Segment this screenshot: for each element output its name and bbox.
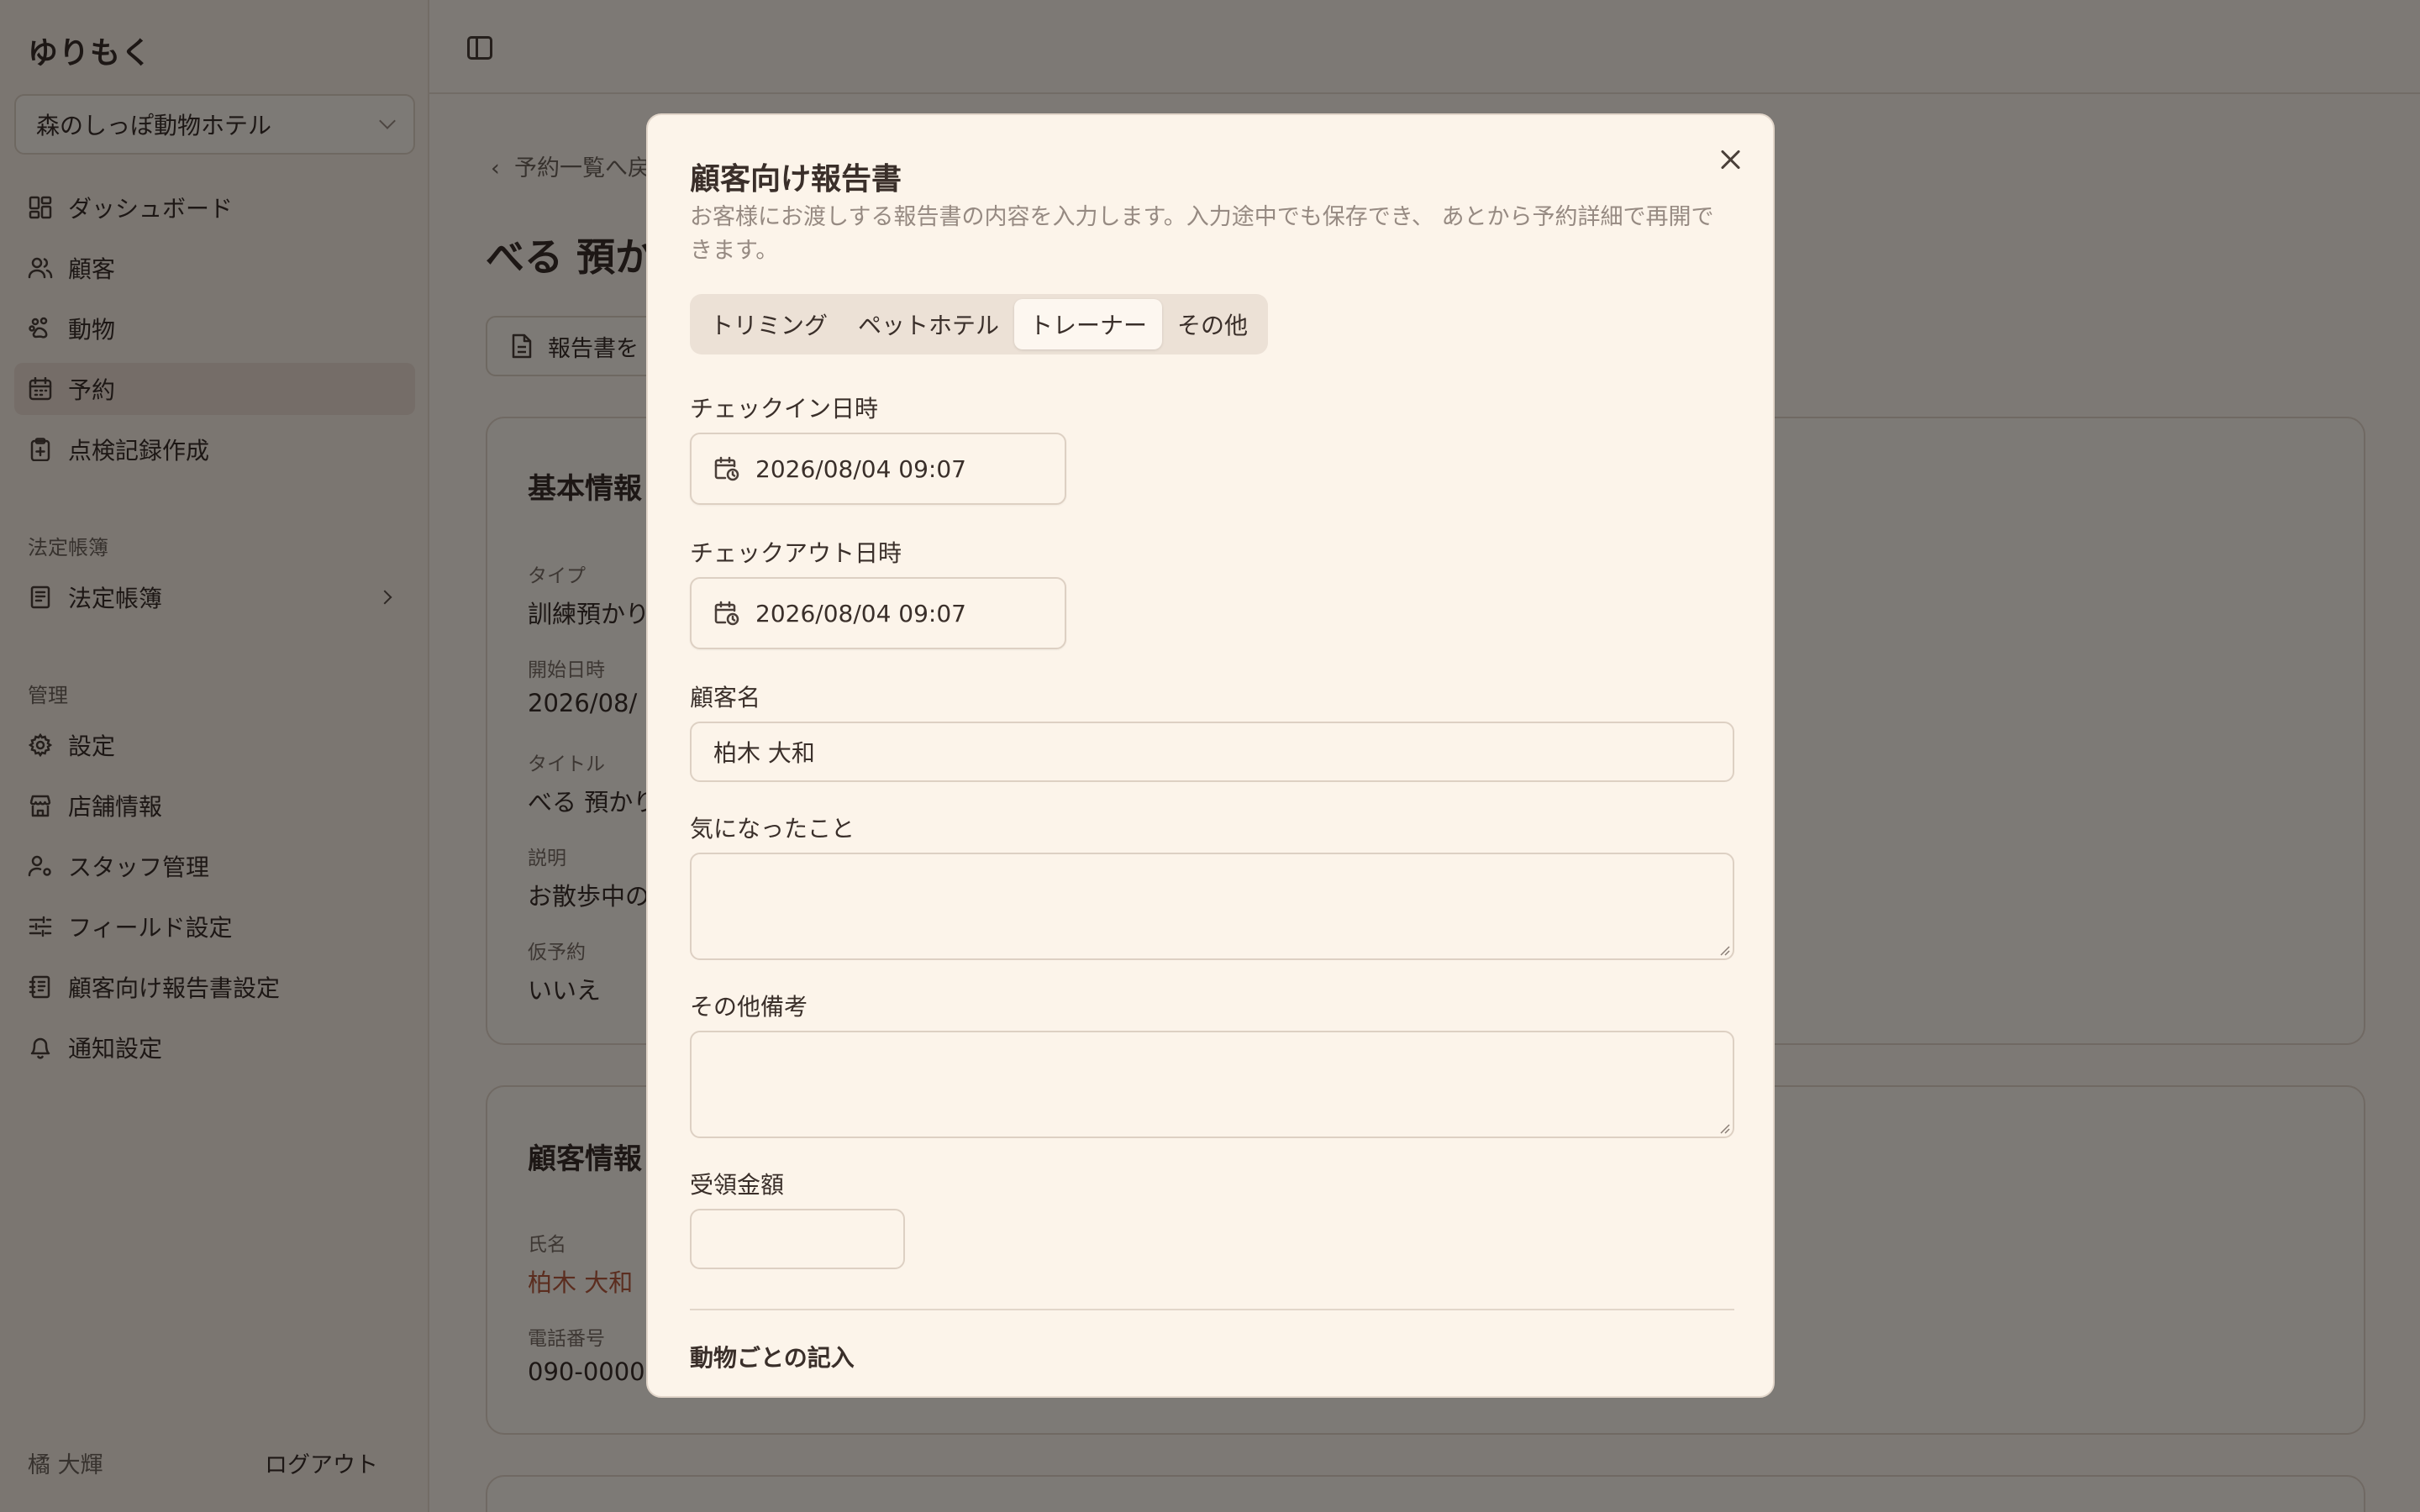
notes-label: その他備考 bbox=[690, 993, 808, 1021]
amount-input[interactable] bbox=[690, 1209, 905, 1269]
calendar-clock-icon bbox=[714, 456, 739, 481]
tab-other[interactable]: その他 bbox=[1162, 299, 1263, 349]
tab-trimming[interactable]: トリミング bbox=[695, 299, 843, 349]
checkin-label: チェックイン日時 bbox=[690, 395, 879, 423]
customer-name-input[interactable]: 柏木 大和 bbox=[690, 722, 1734, 782]
concern-label: 気になったこと bbox=[690, 815, 855, 843]
modal-description: お客様にお渡しする報告書の内容を入力します。入力途中でも保存でき、 あとから予約… bbox=[690, 204, 1714, 264]
tab-pet-hotel[interactable]: ペットホテル bbox=[843, 299, 1014, 349]
tab-trainer[interactable]: トレーナー bbox=[1014, 299, 1163, 349]
close-icon[interactable] bbox=[1716, 145, 1744, 174]
customer-name-value: 柏木 大和 bbox=[713, 739, 815, 767]
checkout-value: 2026/08/04 09:07 bbox=[755, 599, 966, 627]
checkin-value: 2026/08/04 09:07 bbox=[755, 454, 966, 483]
amount-label: 受領金額 bbox=[690, 1171, 785, 1199]
report-modal: 顧客向け報告書 お客様にお渡しする報告書の内容を入力します。入力途中でも保存でき… bbox=[646, 113, 1775, 1398]
calendar-clock-icon bbox=[714, 601, 739, 626]
resize-handle-icon[interactable] bbox=[1718, 1122, 1730, 1134]
checkout-datetime-input[interactable]: 2026/08/04 09:07 bbox=[690, 577, 1066, 649]
divider bbox=[690, 1309, 1734, 1310]
notes-textarea[interactable] bbox=[690, 1031, 1734, 1138]
report-type-tabs: トリミング ペットホテル トレーナー その他 bbox=[690, 294, 1269, 354]
modal-title: 顧客向け報告書 bbox=[690, 162, 902, 197]
customer-name-label: 顧客名 bbox=[690, 684, 761, 711]
checkin-datetime-input[interactable]: 2026/08/04 09:07 bbox=[690, 433, 1066, 505]
concern-textarea[interactable] bbox=[690, 853, 1734, 960]
resize-handle-icon[interactable] bbox=[1718, 944, 1730, 956]
per-animal-heading: 動物ごとの記入 bbox=[690, 1344, 855, 1372]
checkout-label: チェックアウト日時 bbox=[690, 539, 902, 567]
